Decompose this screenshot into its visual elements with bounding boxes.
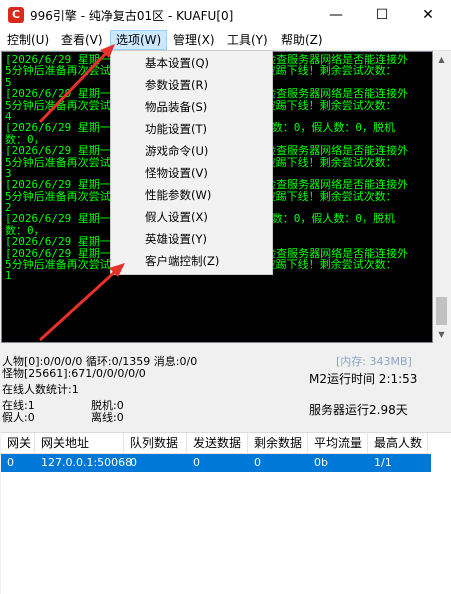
status-panel: 人物[0]:0/0/0/0 循环:0/1359 消息:0/0 [内存: 343M… [0, 346, 451, 432]
title-bar[interactable]: C 996引擎 - 纯净复古01区 - KUAFU[0] — ☐ ✕ [0, 0, 451, 30]
cell-sent: 0 [193, 456, 200, 469]
col-header-sent[interactable]: 发送数据 [187, 433, 248, 454]
col-header-gateway[interactable]: 网关 [1, 433, 35, 454]
cell-max-users: 1/1 [374, 456, 392, 469]
menu-item-basic-settings[interactable]: 基本设置(Q) [111, 52, 272, 74]
minimize-button[interactable]: — [313, 0, 359, 30]
menu-item-fake-player-settings[interactable]: 假人设置(X) [111, 206, 272, 228]
menu-manage[interactable]: 管理(X) [168, 30, 220, 50]
table-row[interactable]: 0 127.0.0.1:50068 0 0 0 0b 1/1 [1, 454, 431, 472]
menu-help[interactable]: 帮助(Z) [276, 30, 328, 50]
window-title: 996引擎 - 纯净复古01区 - KUAFU[0] [30, 9, 234, 23]
col-header-avg-traffic[interactable]: 平均流量 [308, 433, 368, 454]
col-header-address[interactable]: 网关地址 [35, 433, 124, 454]
scroll-thumb[interactable] [436, 297, 447, 325]
options-dropdown: 基本设置(Q) 参数设置(R) 物品装备(S) 功能设置(T) 游戏命令(U) … [110, 50, 273, 275]
gateway-table[interactable]: 网关 网关地址 队列数据 发送数据 剩余数据 平均流量 最高人数 0 127.0… [1, 432, 451, 594]
menu-item-game-commands[interactable]: 游戏命令(U) [111, 140, 272, 162]
app-icon: C [8, 7, 24, 23]
menu-item-function-settings[interactable]: 功能设置(T) [111, 118, 272, 140]
col-header-remaining[interactable]: 剩余数据 [248, 433, 308, 454]
close-button[interactable]: ✕ [405, 0, 451, 30]
menu-options[interactable]: 选项(W) [110, 30, 168, 50]
disconnected-count: 离线:0 [91, 411, 124, 424]
menu-view[interactable]: 查看(V) [56, 30, 108, 50]
fake-count: 假人:0 [2, 411, 35, 424]
monsters-status: 怪物[25661]:671/0/0/0/0/0 [2, 367, 146, 380]
menu-bar: 控制(U) 查看(V) 选项(W) 管理(X) 工具(Y) 帮助(Z) [0, 30, 451, 51]
online-stats: 在线人数统计:1 [2, 383, 79, 396]
runtime-status: M2运行时间 2:1:53 [309, 372, 418, 386]
maximize-button[interactable]: ☐ [359, 0, 405, 30]
memory-status: [内存: 343MB] [336, 355, 412, 368]
server-uptime: 服务器运行2.98天 [309, 403, 408, 417]
menu-item-performance-params[interactable]: 性能参数(W) [111, 184, 272, 206]
scroll-up-icon[interactable]: ▲ [433, 51, 450, 68]
menu-item-client-control[interactable]: 客户端控制(Z) [111, 250, 272, 272]
menu-item-items-equipment[interactable]: 物品装备(S) [111, 96, 272, 118]
menu-item-monster-settings[interactable]: 怪物设置(V) [111, 162, 272, 184]
menu-control[interactable]: 控制(U) [2, 30, 54, 50]
cell-address: 127.0.0.1:50068 [41, 456, 133, 469]
console-scrollbar[interactable]: ▲ ▼ [433, 51, 450, 343]
menu-item-parameter-settings[interactable]: 参数设置(R) [111, 74, 272, 96]
scroll-down-icon[interactable]: ▼ [433, 326, 450, 343]
menu-item-hero-settings[interactable]: 英雄设置(Y) [111, 228, 272, 250]
col-header-max-users[interactable]: 最高人数 [368, 433, 428, 454]
cell-avg-traffic: 0b [314, 456, 328, 469]
cell-queue: 0 [130, 456, 137, 469]
col-header-queue[interactable]: 队列数据 [124, 433, 187, 454]
cell-remaining: 0 [254, 456, 261, 469]
cell-gateway: 0 [7, 456, 14, 469]
menu-tools[interactable]: 工具(Y) [222, 30, 273, 50]
